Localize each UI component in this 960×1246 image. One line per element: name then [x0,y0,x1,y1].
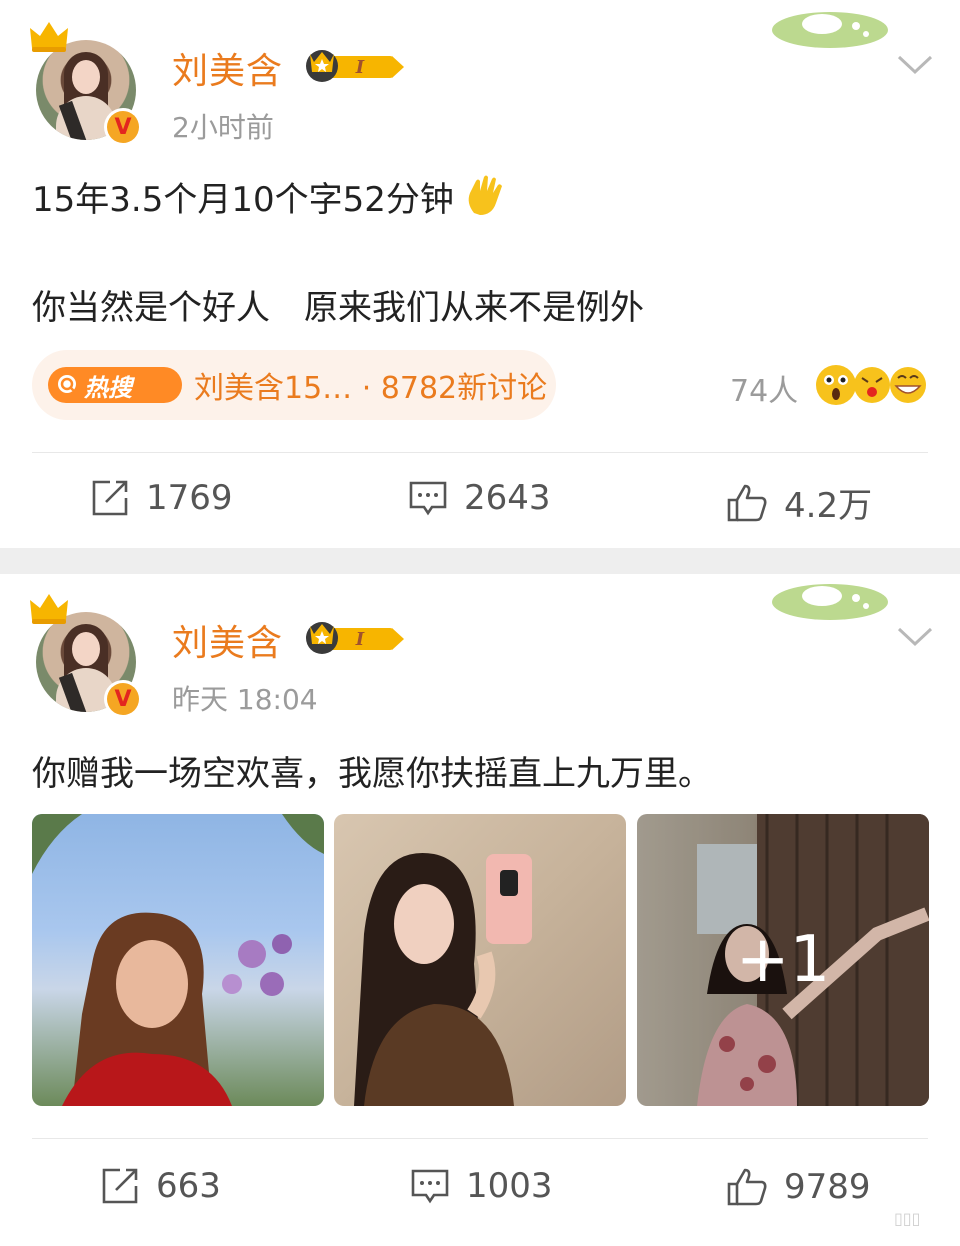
chevron-down-icon[interactable] [896,54,934,76]
like-icon [727,484,767,521]
hot-search-topic[interactable]: 热搜 刘美含15… · 8782新讨论 [32,350,556,420]
svg-text:▯▯▯: ▯▯▯ [894,1209,920,1228]
post-text-line-1: 15年3.5个月10个字52分钟 [32,172,506,221]
repost-button[interactable]: 1769 [90,478,233,518]
repost-icon [102,1168,138,1204]
repost-count: 663 [156,1166,221,1206]
vip-level-text: I [355,57,365,78]
crown-icon [30,594,68,624]
repost-count: 1769 [146,478,233,518]
divider [32,452,928,453]
verified-v-icon: V [104,680,142,718]
post-time: 2小时前 [172,111,274,144]
comment-count: 1003 [466,1166,553,1206]
comment-button[interactable]: 1003 [410,1166,553,1206]
comment-button[interactable]: 2643 [408,478,551,518]
reaction-emojis-icon[interactable] [812,360,928,410]
weibo-post-1: V 刘美含 I 2小时前 15年3.5个月10个字52分钟 你当然是个好人 原来… [0,0,960,548]
reaction-count[interactable]: 74人 [730,366,798,410]
like-button[interactable]: 4.2万 [726,478,872,527]
post-time: 昨天 18:04 [172,683,318,716]
more-photos-count: +1 [637,814,929,1106]
author-avatar[interactable]: V [26,22,146,146]
weibo-post-2: V 刘美含 I 昨天 18:04 你赠我一场空欢喜，我愿你扶摇直上九万里。 +1… [0,574,960,1246]
vip-level-badge: I [306,50,404,82]
photo-thumbnail[interactable] [32,814,324,1106]
photo-woman-mirror-selfie [354,853,532,1106]
author-avatar[interactable]: V [26,594,146,718]
like-icon [727,1168,767,1206]
post-separator [0,548,960,574]
hot-search-badge: 热搜 [48,367,182,403]
photo-woman-flowers [32,814,324,1106]
chevron-down-icon[interactable] [896,626,934,648]
photo-grid: +1 [32,814,930,1106]
hot-search-label: 刘美含15… · 8782新讨论 [194,371,548,406]
like-count: 4.2万 [784,486,873,526]
waving-hand-icon [468,175,502,215]
search-icon [58,375,76,393]
divider [32,1138,928,1139]
comment-icon [411,1169,449,1204]
photo-thumbnail[interactable] [334,814,626,1106]
crown-icon [30,22,68,52]
post-text: 你赠我一场空欢喜，我愿你扶摇直上九万里。 [32,754,712,794]
author-name[interactable]: 刘美含 [172,614,283,666]
comment-count: 2643 [464,478,551,518]
like-count: 9789 [784,1167,871,1207]
comment-icon [409,481,447,516]
verified-v-icon: V [104,108,142,146]
like-button[interactable]: 9789 [726,1166,871,1208]
watermark-icon: ▯▯▯ [894,1209,920,1228]
photo-thumbnail-more[interactable]: +1 [637,814,929,1106]
decoration-sticker-icon [772,584,888,620]
post-text-line-2: 你当然是个好人 原来我们从来不是例外 [32,288,644,328]
decoration-sticker-icon [772,12,888,48]
author-name[interactable]: 刘美含 [172,42,283,94]
vip-level-badge: I [306,622,404,654]
post-text: 15年3.5个月10个字52分钟 [32,180,454,220]
vip-level-text: I [355,629,365,650]
repost-icon [92,480,128,516]
hot-search-badge-label: 热搜 [84,373,132,402]
repost-button[interactable]: 663 [100,1166,221,1206]
